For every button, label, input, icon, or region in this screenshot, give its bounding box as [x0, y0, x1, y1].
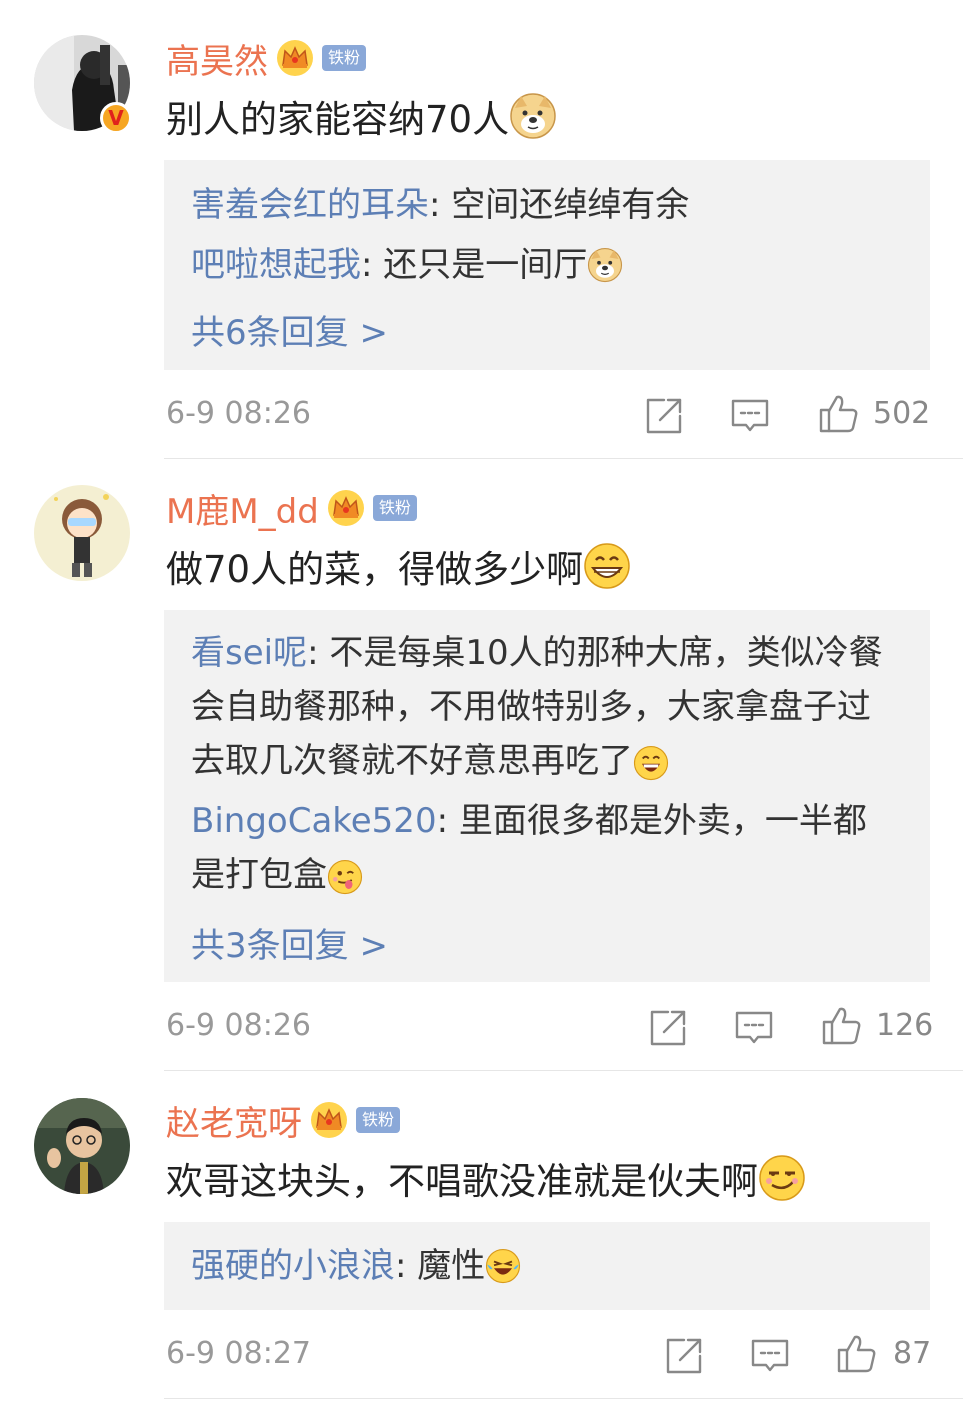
share-button[interactable]: [664, 1336, 704, 1376]
reply-username[interactable]: 看sei呢: [191, 633, 307, 673]
comment-item: 赵老宽呀 铁粉 欢哥这块头，不唱歌没准就是伙夫啊 强硬的小浪浪: 魔性 6-9 …: [0, 1072, 963, 1407]
like-count: 502: [873, 396, 931, 431]
avatar[interactable]: [34, 485, 130, 581]
verified-badge: V: [100, 102, 132, 134]
reply-username[interactable]: 害羞会红的耳朵: [191, 185, 429, 225]
username[interactable]: M鹿M_dd: [166, 484, 319, 533]
reply-text: : 魔性: [395, 1246, 486, 1286]
crown-icon: [327, 489, 365, 527]
crown-icon: [310, 1101, 348, 1139]
reply-username[interactable]: BingoCake520: [191, 801, 437, 841]
comment-text: 别人的家能容纳70人: [166, 98, 510, 141]
username[interactable]: 高昊然: [166, 34, 268, 83]
comment-text: 欢哥这块头，不唱歌没准就是伙夫啊: [166, 1160, 758, 1203]
divider: [164, 458, 963, 459]
thumbs-up-icon: [819, 395, 858, 433]
reply-item: 吧啦想起我: 还只是一间厅: [191, 238, 891, 292]
like-count: 126: [876, 1008, 934, 1043]
like-count: 87: [893, 1336, 932, 1371]
like-button[interactable]: [836, 1333, 878, 1375]
timestamp: 6-9 08:27: [166, 1336, 311, 1371]
reply-username[interactable]: 吧啦想起我: [191, 238, 361, 292]
share-icon: [646, 398, 682, 434]
grin-emoji: [583, 542, 631, 590]
doge-emoji: [509, 92, 557, 140]
smirk-emoji: [758, 1154, 806, 1202]
fan-badge[interactable]: 铁粉: [356, 1107, 401, 1133]
divider: [164, 1070, 963, 1071]
view-replies-link[interactable]: 共6条回复 >: [191, 305, 388, 354]
reply-item: 强硬的小浪浪: 魔性: [191, 1239, 891, 1293]
like-button[interactable]: [818, 393, 860, 435]
comment-icon: [735, 1011, 773, 1044]
reply-item: 害羞会红的耳朵: 空间还绰绰有余: [191, 178, 891, 232]
reply-text: : 还只是一间厅: [361, 245, 588, 285]
reply-box[interactable]: 害羞会红的耳朵: 空间还绰绰有余 吧啦想起我: 还只是一间厅 共6条回复 >: [164, 160, 930, 370]
comment-text: 做70人的菜，得做多少啊: [166, 548, 584, 591]
avatar[interactable]: [34, 1098, 130, 1194]
fan-badge[interactable]: 铁粉: [322, 45, 367, 71]
doge-emoji: [587, 247, 623, 283]
comment-button[interactable]: [734, 1008, 774, 1048]
comment-icon: [731, 399, 769, 432]
username-row: M鹿M_dd 铁粉: [166, 483, 417, 533]
thumbs-up-icon: [837, 1335, 876, 1373]
like-button[interactable]: [821, 1005, 863, 1047]
reply-item: BingoCake520: 里面很多都是外卖，一半都是打包盒: [191, 794, 891, 902]
view-replies-link[interactable]: 共3条回复 >: [191, 918, 388, 967]
reply-item: 看sei呢: 不是每桌10人的那种大席，类似冷餐会自助餐那种，不用做特别多，大家…: [191, 626, 891, 788]
username-row: 高昊然 铁粉: [166, 33, 367, 83]
thumbs-up-icon: [822, 1007, 861, 1045]
comment-item: M鹿M_dd 铁粉 做70人的菜，得做多少啊 看sei呢: 不是每桌10人的那种…: [0, 460, 963, 1072]
crown-icon: [276, 39, 314, 77]
comment-icon: [751, 1339, 789, 1372]
timestamp: 6-9 08:26: [166, 1008, 311, 1043]
reply-box[interactable]: 看sei呢: 不是每桌10人的那种大席，类似冷餐会自助餐那种，不用做特别多，大家…: [164, 610, 930, 982]
cry-laugh-emoji: [485, 1248, 521, 1284]
comment-button[interactable]: [750, 1336, 790, 1376]
username[interactable]: 赵老宽呀: [166, 1096, 302, 1145]
share-button[interactable]: [648, 1008, 688, 1048]
share-icon: [650, 1010, 686, 1046]
tongue-emoji: [327, 859, 363, 895]
username-row: 赵老宽呀 铁粉: [166, 1095, 401, 1145]
reply-username[interactable]: 强硬的小浪浪: [191, 1239, 395, 1293]
timestamp: 6-9 08:26: [166, 396, 311, 431]
comment-content: 欢哥这块头，不唱歌没准就是伙夫啊: [166, 1150, 806, 1206]
share-icon: [666, 1338, 702, 1374]
fan-badge[interactable]: 铁粉: [372, 495, 417, 521]
reply-box[interactable]: 强硬的小浪浪: 魔性: [164, 1222, 930, 1310]
comment-item: V 高昊然 铁粉 别人的家能容纳70人 害羞会红的耳朵: 空间还绰绰有余 吧啦想…: [0, 0, 963, 460]
reply-text: : 空间还绰绰有余: [429, 185, 690, 225]
comment-content: 做70人的菜，得做多少啊: [166, 538, 631, 594]
comment-button[interactable]: [730, 396, 770, 436]
comment-content: 别人的家能容纳70人: [166, 88, 557, 144]
divider: [164, 1398, 963, 1399]
share-button[interactable]: [644, 396, 684, 436]
laugh-emoji: [633, 745, 669, 781]
